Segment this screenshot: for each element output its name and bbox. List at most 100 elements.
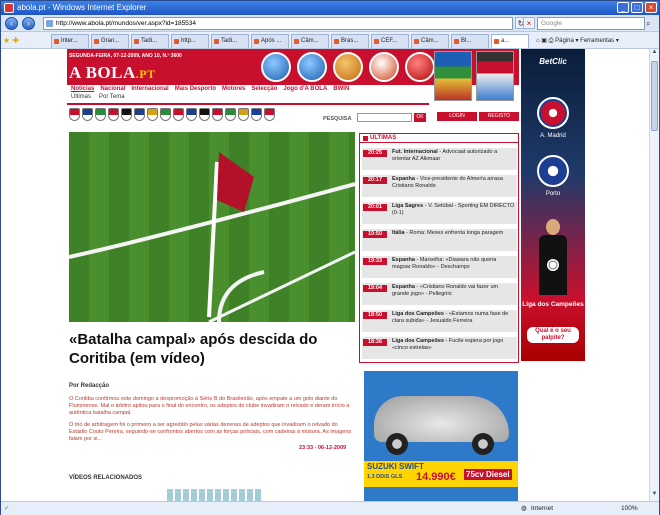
- newspaper-cover[interactable]: [434, 51, 472, 101]
- article-photo: [69, 132, 355, 322]
- browser-tab[interactable]: Tadi...: [211, 34, 249, 48]
- magazine-cover[interactable]: [476, 51, 514, 101]
- globe-icon[interactable]: [261, 52, 291, 82]
- club-crest-icon[interactable]: [160, 108, 171, 121]
- club-crest-icon[interactable]: [264, 108, 275, 121]
- page-menu[interactable]: Página: [555, 38, 574, 44]
- status-bar: ✓ ◍ Internet 100%: [1, 501, 659, 515]
- latest-item[interactable]: 20:25 Fut. Internacional - Advocaat autor…: [362, 148, 517, 170]
- magazine-covers: [434, 51, 514, 101]
- browser-tab[interactable]: Câm...: [411, 34, 449, 48]
- club-crest-icon[interactable]: [225, 108, 236, 121]
- video-thumbnail[interactable]: [167, 489, 263, 501]
- latest-item[interactable]: 19:04 Espanha - «Cristiano Ronaldo vai fa…: [362, 283, 517, 305]
- search-icon[interactable]: ⌕: [646, 18, 658, 30]
- latest-item[interactable]: 19:50 Itália - Roma: Mexes enfrenta longa…: [362, 229, 517, 251]
- nav-item[interactable]: Motores: [222, 85, 245, 94]
- ad-price: 14.990€: [416, 471, 456, 483]
- minimize-button[interactable]: _: [617, 2, 629, 13]
- club-crest-icon[interactable]: [212, 108, 223, 121]
- back-icon[interactable]: ‹: [5, 17, 18, 30]
- latest-time: 19:50: [363, 231, 387, 238]
- vertical-scrollbar[interactable]: ▲ ▼: [649, 49, 659, 501]
- nav-item[interactable]: Nacional: [100, 85, 125, 94]
- auto-icon[interactable]: [405, 52, 435, 82]
- club-crest-icon[interactable]: [69, 108, 80, 121]
- latest-item[interactable]: 20:17 Espanha - Vice-presidente do Almerí…: [362, 175, 517, 197]
- club-crest-icon[interactable]: [238, 108, 249, 121]
- club-name-2: Porto: [545, 191, 561, 197]
- latest-news-box: ÚLTIMAS 20:25 Fut. Internacional - Advoca…: [359, 133, 519, 363]
- home-icon[interactable]: ⌂: [536, 38, 540, 44]
- suzuki-ad[interactable]: SUZUKI SWIFT 1.3 DDiS GLS 14.990€ 75cv D…: [364, 371, 518, 501]
- nav-item[interactable]: Notícias: [71, 85, 94, 94]
- ad-price-band: SUZUKI SWIFT 1.3 DDiS GLS 14.990€ 75cv D…: [364, 461, 518, 487]
- page-icon: [46, 20, 53, 27]
- site-search-button[interactable]: OK: [414, 113, 426, 122]
- club-crest-icon[interactable]: [186, 108, 197, 121]
- login-button[interactable]: LOGIN: [437, 112, 477, 121]
- palm-icon[interactable]: [297, 52, 327, 82]
- address-bar: ‹ › http://www.abola.pt/mundos/ver.aspx?…: [1, 15, 659, 32]
- search-input[interactable]: Google ⌕: [537, 17, 650, 30]
- browser-tab[interactable]: Gran...: [91, 34, 129, 48]
- betclic-banner[interactable]: BetClic A. Madrid Porto Liga dos Campeõe…: [521, 49, 585, 361]
- nav-item[interactable]: Selecção: [251, 85, 277, 94]
- site-search-input[interactable]: [357, 113, 412, 122]
- club-crest-icon[interactable]: [251, 108, 262, 121]
- club-crest-icon[interactable]: [121, 108, 132, 121]
- favorites-icon[interactable]: ★ ✚: [3, 34, 19, 47]
- close-button[interactable]: ×: [645, 2, 657, 13]
- tools-menu[interactable]: Ferramentas: [580, 38, 614, 44]
- title-bar: abola.pt - Windows Internet Explorer _ □…: [1, 1, 659, 15]
- browser-tab[interactable]: Bl...: [451, 34, 489, 48]
- site-logo[interactable]: A BOLA.PT: [69, 63, 156, 83]
- subnav-item[interactable]: Por Tema: [99, 94, 125, 103]
- nav-item[interactable]: Internacional: [131, 85, 168, 94]
- latest-item[interactable]: 18:50 Liga dos Campeões - «Estamos numa f…: [362, 310, 517, 332]
- nav-item[interactable]: BWIN: [333, 85, 349, 94]
- club-crest-icon[interactable]: [147, 108, 158, 121]
- club-crest-icon[interactable]: [95, 108, 106, 121]
- browser-tab[interactable]: a...: [491, 34, 529, 48]
- browser-tab[interactable]: Tadi...: [131, 34, 169, 48]
- browser-tab[interactable]: CEF...: [371, 34, 409, 48]
- latest-text: Espanha - «Cristiano Ronaldo vai fazer u…: [392, 284, 499, 297]
- club-crest-icon[interactable]: [134, 108, 145, 121]
- browser-tab[interactable]: Inter...: [51, 34, 89, 48]
- scroll-up-icon[interactable]: ▲: [650, 49, 659, 59]
- nav-item[interactable]: Jogo d'A BOLA: [283, 85, 327, 94]
- cta-button[interactable]: Qual é o seu palpite?: [527, 327, 579, 343]
- latest-text: Liga dos Campeões - Fucile espera por jo…: [392, 338, 504, 351]
- club-crest-icon[interactable]: [173, 108, 184, 121]
- browser-tab[interactable]: Câm...: [291, 34, 329, 48]
- porto-crest: [537, 155, 569, 187]
- print-icon[interactable]: ⎙: [549, 38, 554, 44]
- club-crest-icon[interactable]: [82, 108, 93, 121]
- page-viewport: SEGUNDA-FEIRA, 07-12-2009, ANO 10, N.º 3…: [1, 49, 649, 501]
- latest-item[interactable]: 20:01 Liga Sagres - V. Setúbal - Sporting…: [362, 202, 517, 224]
- stop-icon[interactable]: ×: [523, 17, 535, 29]
- register-button[interactable]: REGISTO: [479, 112, 519, 121]
- browser-tab[interactable]: Bras...: [331, 34, 369, 48]
- atletico-crest: [537, 97, 569, 129]
- article-paragraph-1: O Coritiba confirmou este domingo a desp…: [69, 396, 350, 416]
- scroll-down-icon[interactable]: ▼: [650, 491, 659, 501]
- zoom-level[interactable]: 100%: [621, 502, 638, 515]
- club-name-1: A. Madrid: [540, 133, 566, 139]
- trophy-icon[interactable]: [333, 52, 363, 82]
- subnav-item[interactable]: Últimas: [71, 94, 91, 103]
- scroll-thumb[interactable]: [651, 61, 658, 131]
- browser-tab[interactable]: Após ...: [251, 34, 289, 48]
- maximize-button[interactable]: □: [631, 2, 643, 13]
- latest-item[interactable]: 18:36 Liga dos Campeões - Fucile espera p…: [362, 337, 517, 359]
- browser-tab[interactable]: http...: [171, 34, 209, 48]
- club-crest-icon[interactable]: [108, 108, 119, 121]
- url-input[interactable]: http://www.abola.pt/mundos/ver.aspx?id=1…: [43, 17, 513, 30]
- nav-item[interactable]: Mais Desporto: [175, 85, 216, 94]
- forward-icon[interactable]: ›: [22, 17, 35, 30]
- feeds-icon[interactable]: ▣: [541, 38, 547, 44]
- eye-icon[interactable]: [369, 52, 399, 82]
- latest-item[interactable]: 19:33 Espanha - Marselha: «Diawara não qu…: [362, 256, 517, 278]
- club-crest-icon[interactable]: [199, 108, 210, 121]
